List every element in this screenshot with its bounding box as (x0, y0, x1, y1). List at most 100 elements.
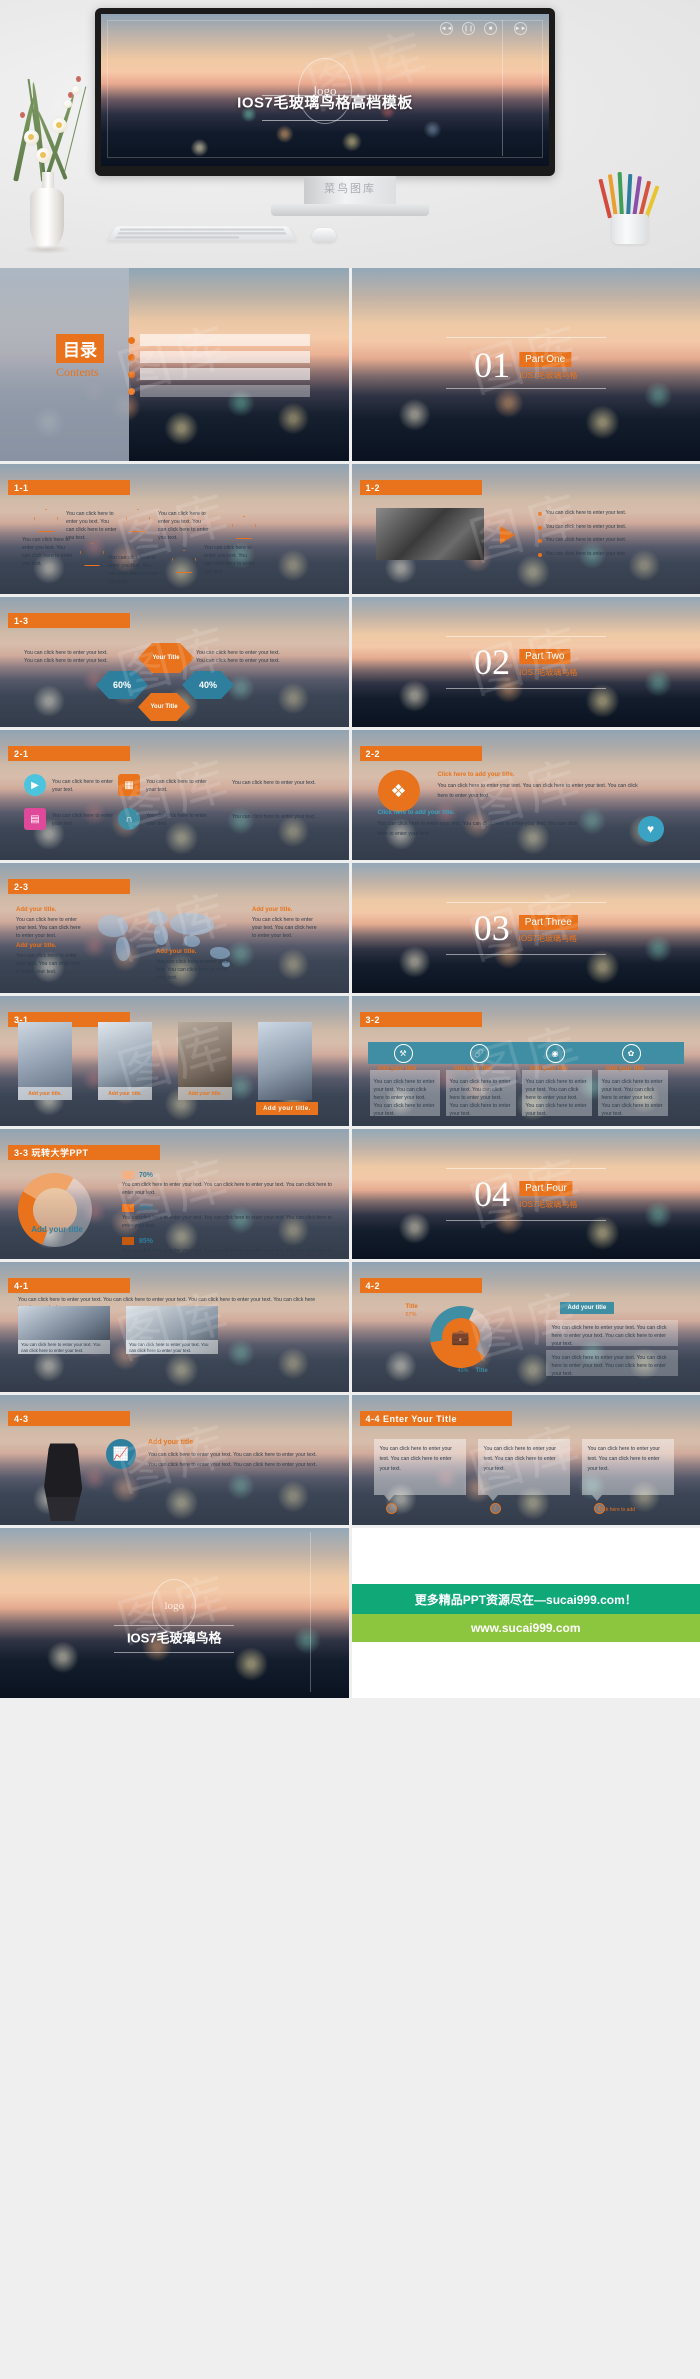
rewind-icon[interactable]: ◄◄ (440, 22, 453, 35)
chart-icon: 📈 (106, 1439, 136, 1469)
donut-label: Add your title (31, 1225, 83, 1234)
bullet-list: You can click here to enter your text. Y… (537, 510, 676, 564)
slide-body-text: You can click here to enter your text. Y… (16, 917, 81, 940)
slide-4-3[interactable]: 4-3 📈 Add your title You can click here … (0, 1395, 349, 1525)
slide-title-orange: Click here to add your title. (437, 772, 515, 778)
end-rule-bottom (114, 1652, 235, 1654)
slide-body-text: You can click here to enter your text. (146, 779, 207, 794)
slide-end[interactable]: logo IOS7毛玻璃鸟格 图库 (0, 1528, 349, 1698)
photo-caption: Add your title. (18, 1087, 72, 1100)
list-item: You can click here to enter your text. (537, 550, 676, 559)
forward-icon[interactable]: ►► (514, 22, 527, 35)
legend-pct: 55% (139, 1204, 154, 1212)
slide-section-03[interactable]: 03 Part Three IOS7毛玻璃鸟格 图库 (351, 863, 700, 993)
slide-body-text: You can click here to enter your text. (232, 780, 316, 786)
slide-tag: 4-1 (8, 1278, 130, 1293)
card-heading: Add your title (529, 1066, 569, 1072)
bullet-dot (537, 539, 542, 543)
slide-2-2[interactable]: 2-2 ❖ Click here to add your title. You … (351, 730, 700, 860)
cubes-icon: ❖ (377, 770, 420, 812)
stop-icon[interactable]: ■ (484, 22, 497, 35)
slide-body-text: You can click here to enter you text. Yo… (22, 537, 73, 568)
card-body: You can click here to enter your text. Y… (587, 1446, 660, 1472)
photo-caption: You can click here to enter your text. Y… (126, 1340, 218, 1354)
wrench-icon: ⚒ (393, 1044, 413, 1063)
card-body: You can click here to enter your text. Y… (551, 1325, 667, 1348)
play-pause-icon[interactable]: ❙❙ (462, 22, 475, 35)
slide-4-1[interactable]: 4-1 You can click here to enter your tex… (0, 1262, 349, 1392)
vase (23, 188, 71, 254)
slide-1-3[interactable]: 1-3 You can click here to enter your tex… (0, 597, 349, 727)
card-body: You can click here to enter your text. Y… (379, 1446, 452, 1472)
slide-heading: Add your title (148, 1439, 194, 1446)
slide-body-text: You can click here to enter your text. Y… (16, 953, 81, 976)
contents-bar (140, 384, 310, 397)
section-rule-bottom (445, 688, 606, 689)
slide-4-4[interactable]: 4-4 Enter Your Title You can click here … (351, 1395, 700, 1525)
photo-caption-highlight: Add your title. (256, 1102, 318, 1115)
slide-body-text: You can click here to enter your text. (52, 813, 113, 828)
slide-photo: Add your title. (18, 1022, 72, 1100)
slide-3-3[interactable]: 3-3 玩转大学PPT Add your title 70% You can c… (0, 1129, 349, 1259)
slide-photo: Add your title. (98, 1022, 152, 1100)
slide-body-text: You can click here to enter your text. (52, 779, 113, 794)
ring-bottom-label: Title (475, 1368, 488, 1374)
slide-1-2[interactable]: 1-2 You can click here to enter your tex… (351, 464, 700, 594)
section-label: Part Two (519, 649, 571, 664)
slide-2-3[interactable]: 2-3 Add your title. You can click here t… (0, 863, 349, 993)
card-heading: Add your title (377, 1066, 417, 1072)
promo-panel: 更多精品PPT资源尽在—sucai999.com！ www.sucai999.c… (351, 1528, 700, 1698)
slide-tag: 4-4 Enter Your Title (359, 1411, 512, 1426)
slide-section-02[interactable]: 02 Part Two IOS7毛玻璃鸟格 图库 (351, 597, 700, 727)
slide-photo: Add your title. (178, 1022, 232, 1100)
photo-caption: Add your title. (98, 1087, 152, 1100)
slide-photo (375, 508, 484, 560)
section-number: 02 (474, 642, 511, 682)
slide-contents[interactable]: 目录 Contents 图库 (0, 268, 349, 461)
bullet-dot (537, 512, 542, 516)
briefcase-icon: 💼 (441, 1318, 480, 1356)
list-item: You can click here to enter your text. (537, 537, 676, 545)
contents-bar (140, 367, 310, 380)
slide-section-04[interactable]: 04 Part Four IOS7毛玻璃鸟格 图库 (351, 1129, 700, 1259)
legend-swatch (122, 1171, 134, 1179)
bullet-text: You can click here to enter your text. (545, 550, 627, 557)
promo-line-primary[interactable]: 更多精品PPT资源尽在—sucai999.com！ (351, 1584, 700, 1614)
card-heading: Add your title (605, 1066, 645, 1072)
end-vertical-rule (309, 1532, 311, 1692)
legend-text: You can click here to enter your text. Y… (122, 1248, 332, 1259)
ring-bottom-pct: 43% (457, 1368, 469, 1374)
slide-tag: 4-3 (8, 1411, 130, 1426)
slide-row: 目录 Contents 图库 01 Part One IOS7毛玻璃鸟格 (0, 268, 700, 461)
slide-body-text: You can click here to enter your text. Y… (24, 650, 108, 665)
slide-row: 4-1 You can click here to enter your tex… (0, 1262, 700, 1392)
slide-body-text: You can click here to enter you text. Yo… (204, 545, 255, 576)
slide-body-text: You can click here to enter your text. (146, 813, 207, 828)
slide-3-1[interactable]: 3-1 Add your title. Add your title. Add … (0, 996, 349, 1126)
section-label: Part Four (519, 1181, 573, 1196)
slide-2-1[interactable]: 2-1 ▶ ▦ ▤ ∩ You can click here to enter … (0, 730, 349, 860)
slide-heading: Add your title. (252, 907, 293, 913)
legend-row: 70% You can click here to enter your tex… (122, 1171, 332, 1197)
list-item: You can click here to enter your text. (537, 524, 676, 532)
section-heading: 03 Part Three IOS7毛玻璃鸟格 (474, 910, 578, 946)
slide-section-01[interactable]: 01 Part One IOS7毛玻璃鸟格 图库 (351, 268, 700, 461)
slide-tag: 2-1 (8, 746, 130, 761)
contents-bar (140, 350, 310, 363)
end-title: IOS7毛玻璃鸟格 (126, 1630, 222, 1646)
slide-vertical-rule (502, 20, 503, 156)
card-body: You can click here to enter your text. Y… (551, 1355, 667, 1378)
list-item: You can click here to enter your text. (537, 510, 676, 518)
brand-label: 菜鸟图库 (324, 183, 376, 195)
slide-title-rule-bottom (262, 120, 388, 122)
headphones-icon: ∩ (118, 808, 140, 830)
slide-tag: 1-2 (359, 480, 482, 495)
promo-line-url[interactable]: www.sucai999.com (351, 1614, 700, 1642)
slide-row: 4-3 📈 Add your title You can click here … (0, 1395, 700, 1525)
slide-3-2[interactable]: 3-2 ⚒ 🔗 ◉ ✿ Add your title Add your titl… (351, 996, 700, 1126)
grid-icon: ▦ (118, 774, 140, 796)
slide-1-1[interactable]: 1-1 You can click here to enter you text… (0, 464, 349, 594)
bullet-dot (537, 525, 542, 530)
card-body: You can click here to enter your text. Y… (601, 1079, 663, 1118)
slide-4-2[interactable]: 4-2 💼 Title 57% 43% Title Add your title… (351, 1262, 700, 1392)
